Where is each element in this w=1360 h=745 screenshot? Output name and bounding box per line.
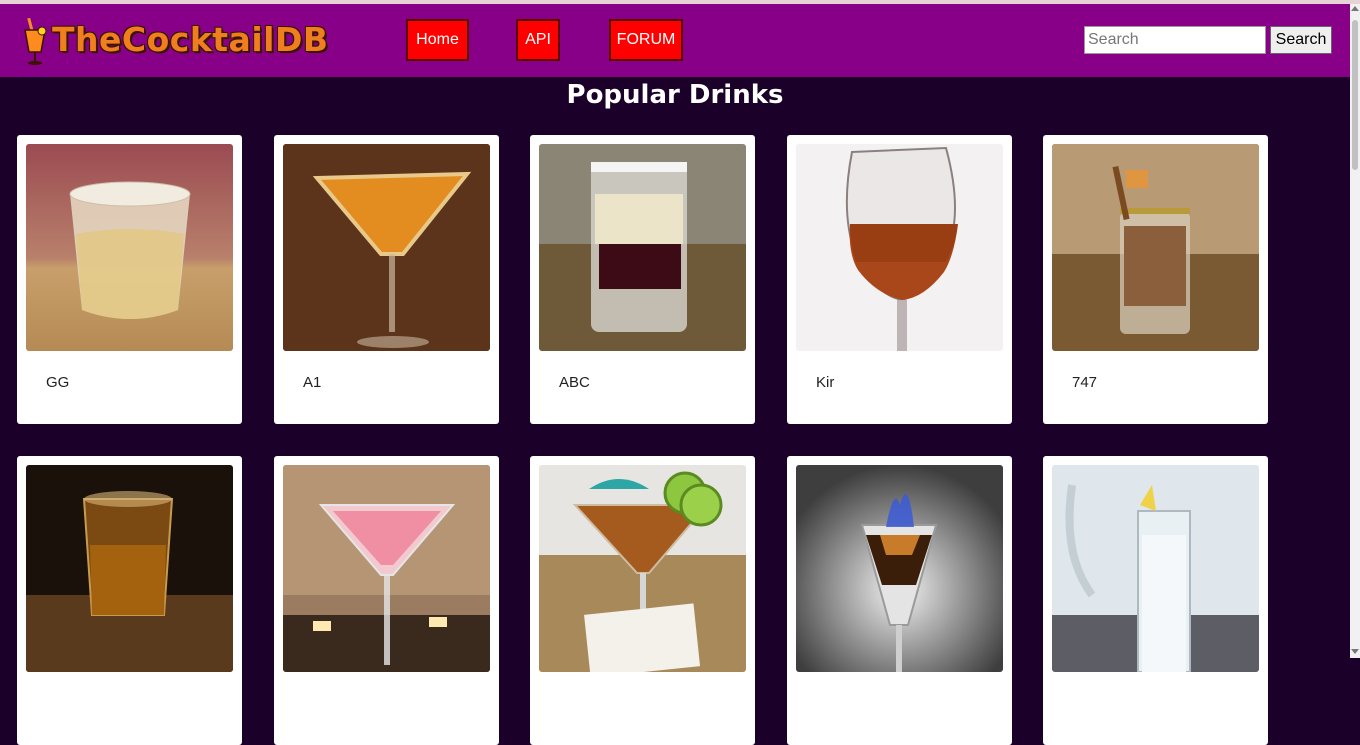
drink-image	[539, 144, 746, 351]
drink-card[interactable]	[1043, 456, 1268, 745]
drink-image	[1052, 465, 1259, 672]
scroll-down-arrow-icon[interactable]	[1351, 649, 1359, 654]
drink-image	[26, 465, 233, 672]
drink-image	[283, 144, 490, 351]
site-logo[interactable]: TheCocktailDB	[22, 16, 362, 68]
drink-card[interactable]: A1	[274, 135, 499, 424]
scroll-up-arrow-icon[interactable]	[1351, 6, 1359, 11]
drink-name: 747	[1072, 374, 1098, 391]
drink-name: GG	[46, 374, 70, 391]
drink-image	[26, 144, 233, 351]
drink-image	[796, 144, 1003, 351]
drink-image	[539, 465, 746, 672]
drink-card[interactable]	[17, 456, 242, 745]
drink-name: Kir	[816, 374, 835, 391]
drink-card[interactable]: 747	[1043, 135, 1268, 424]
drink-card[interactable]: GG	[17, 135, 242, 424]
drink-name: ABC	[559, 374, 590, 391]
search-input[interactable]	[1084, 26, 1266, 54]
nav-api-button[interactable]: API	[516, 19, 560, 61]
drink-card[interactable]: ABC	[530, 135, 755, 424]
vertical-scrollbar[interactable]	[1350, 4, 1360, 658]
drink-card[interactable]	[787, 456, 1012, 745]
logo-text: TheCocktailDB	[52, 20, 329, 59]
drink-name: A1	[303, 374, 322, 391]
site-header: TheCocktailDB Home API FORUM Search	[0, 4, 1350, 77]
drink-image	[283, 465, 490, 672]
cocktail-glass-icon	[24, 18, 47, 65]
drink-card[interactable]	[530, 456, 755, 745]
nav-home-button[interactable]: Home	[406, 19, 469, 61]
page-title: Popular Drinks	[566, 80, 784, 110]
drink-card[interactable]: Kir	[787, 135, 1012, 424]
drink-image	[796, 465, 1003, 672]
search-button[interactable]: Search	[1270, 26, 1332, 54]
nav-forum-button[interactable]: FORUM	[609, 19, 683, 61]
drink-image	[1052, 144, 1259, 351]
drink-card[interactable]	[274, 456, 499, 745]
scrollbar-thumb[interactable]	[1352, 20, 1358, 170]
